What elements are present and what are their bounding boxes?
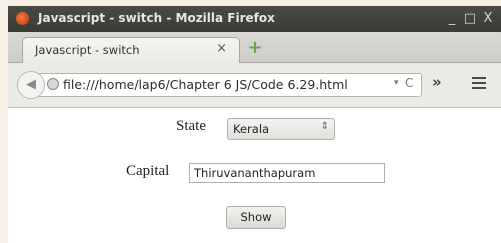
window-title: Javascript - switch - Mozilla Firefox [38, 11, 275, 25]
browser-window: Javascript - switch - Mozilla Firefox _ … [8, 6, 501, 243]
capital-label: Capital [126, 163, 170, 179]
close-icon[interactable]: X [479, 10, 497, 28]
overflow-chevron-icon[interactable]: » [432, 73, 442, 91]
select-arrows-icon: ⇕ [320, 121, 329, 132]
back-arrow-icon[interactable]: ◀ [17, 71, 45, 99]
state-select[interactable]: Kerala ⇕ [227, 118, 335, 140]
firefox-logo-icon [16, 12, 29, 25]
tab-strip: Javascript - switch × + [8, 32, 501, 63]
title-bar: Javascript - switch - Mozilla Firefox _ … [8, 6, 501, 32]
state-select-value: Kerala [233, 122, 270, 136]
globe-icon [47, 78, 59, 90]
url-text[interactable]: file:///home/lap6/Chapter 6 JS/Code 6.29… [63, 77, 348, 92]
show-button[interactable]: Show [226, 206, 286, 229]
url-bar[interactable]: file:///home/lap6/Chapter 6 JS/Code 6.29… [32, 73, 422, 97]
new-tab-icon[interactable]: + [246, 39, 264, 58]
state-label: State [176, 118, 206, 134]
tab-close-icon[interactable]: × [216, 41, 227, 56]
tab-javascript-switch[interactable]: Javascript - switch × [22, 37, 240, 63]
navigation-toolbar: file:///home/lap6/Chapter 6 JS/Code 6.29… [8, 63, 501, 108]
reload-icon[interactable]: C [405, 76, 413, 90]
capital-input[interactable]: Thiruvananthapuram [189, 163, 385, 183]
url-dropdown-icon[interactable]: ▾ [394, 78, 399, 88]
maximize-icon[interactable]: □ [461, 10, 479, 28]
hamburger-menu-icon[interactable] [472, 74, 488, 94]
tab-label: Javascript - switch [35, 43, 140, 57]
minimize-icon[interactable]: _ [443, 10, 461, 28]
page-content: State Kerala ⇕ Capital Thiruvananthapura… [8, 108, 501, 243]
capital-input-value: Thiruvananthapuram [194, 166, 316, 180]
